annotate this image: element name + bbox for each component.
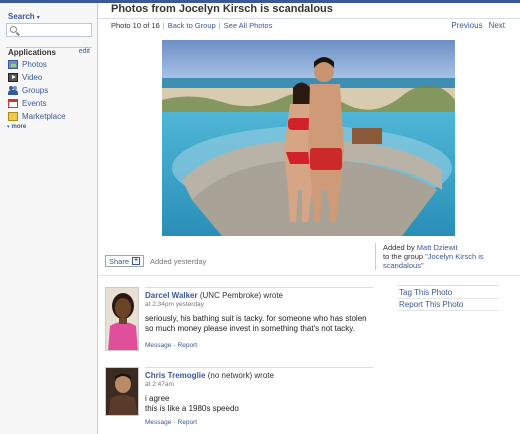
added-by-info: Added by Matt Dziewit to the group "Joce… bbox=[375, 243, 515, 270]
separator: | bbox=[162, 21, 165, 30]
more-label: more bbox=[11, 124, 27, 130]
photos-icon bbox=[8, 60, 18, 69]
comment-text-line: i agree bbox=[145, 394, 170, 403]
comment-author-link[interactable]: Chris Tremoglie bbox=[145, 371, 205, 380]
applications-edit-link[interactable]: edit bbox=[79, 48, 90, 55]
comment-time: at 2:34pm yesterday bbox=[145, 301, 204, 308]
avatar[interactable] bbox=[105, 367, 139, 416]
comment-author-link[interactable]: Darcel Walker bbox=[145, 291, 198, 300]
photo-nav: Photo 10 of 16 | Back to Group | See All Pho… bbox=[111, 21, 272, 30]
photo-image bbox=[162, 40, 455, 236]
separator: | bbox=[218, 21, 221, 30]
next-link[interactable]: Next bbox=[489, 21, 505, 30]
sidebar-item-label: Video bbox=[22, 73, 43, 82]
avatar-image bbox=[106, 288, 138, 350]
sidebar-item-label: Events bbox=[22, 99, 47, 108]
comment-body: Chris Tremoglie (no network) wrote at 2:… bbox=[145, 367, 373, 426]
see-all-photos-link[interactable]: See All Photos bbox=[224, 21, 273, 30]
more-link[interactable]: ▾ more bbox=[7, 124, 26, 130]
report-link[interactable]: Report bbox=[178, 342, 198, 349]
report-photo-link[interactable]: Report This Photo bbox=[397, 299, 499, 311]
group-prefix: to the group bbox=[383, 252, 424, 261]
comment-actions: Message - Report bbox=[145, 342, 373, 349]
comment-network: (UNC Pembroke) wrote bbox=[199, 291, 283, 300]
comment-actions: Message - Report bbox=[145, 419, 373, 426]
page-title: Photos from Jocelyn Kirsch is scandalous bbox=[111, 3, 333, 15]
chevron-down-icon: ▾ bbox=[7, 124, 10, 130]
video-icon bbox=[8, 73, 18, 82]
applications-header: Applications edit bbox=[6, 47, 92, 57]
applications-list: Photos Video Groups Events Marketplace bbox=[8, 58, 66, 123]
comment-text: seriously, his bathing suit is tacky. fo… bbox=[145, 314, 367, 333]
sidebar-item-video[interactable]: Video bbox=[8, 71, 66, 84]
groups-icon bbox=[8, 86, 18, 95]
search-label[interactable]: Search ▾ bbox=[8, 12, 40, 21]
message-link[interactable]: Message bbox=[145, 419, 171, 426]
photo-pager: Previous Next bbox=[451, 21, 505, 30]
photo-counter: Photo 10 of 16 bbox=[111, 21, 160, 30]
sidebar-item-label: Marketplace bbox=[22, 112, 66, 121]
separator: - bbox=[173, 419, 176, 426]
search-label-text: Search bbox=[8, 12, 35, 21]
sidebar-item-label: Photos bbox=[22, 60, 47, 69]
separator: - bbox=[173, 342, 176, 349]
sidebar-item-photos[interactable]: Photos bbox=[8, 58, 66, 71]
comment-network: (no network) wrote bbox=[207, 371, 274, 380]
comment-time: at 2:47am bbox=[145, 381, 174, 388]
added-by-prefix: Added by bbox=[383, 243, 415, 252]
share-label: Share bbox=[109, 256, 130, 266]
photo-actions: Tag This Photo Report This Photo bbox=[397, 285, 499, 311]
sidebar-item-groups[interactable]: Groups bbox=[8, 84, 66, 97]
message-link[interactable]: Message bbox=[145, 342, 171, 349]
uploader-link[interactable]: Matt Dziewit bbox=[417, 243, 458, 252]
added-time: Added yesterday bbox=[150, 257, 207, 266]
share-button[interactable]: Share + bbox=[105, 255, 145, 267]
events-icon bbox=[8, 99, 18, 108]
back-to-group-link[interactable]: Back to Group bbox=[168, 21, 216, 30]
sidebar: Search ▾ Applications edit Photos Video G… bbox=[0, 3, 98, 434]
report-link[interactable]: Report bbox=[178, 419, 198, 426]
tag-photo-link[interactable]: Tag This Photo bbox=[397, 285, 499, 299]
plus-icon: + bbox=[132, 257, 141, 265]
comment-header: Darcel Walker (UNC Pembroke) wrote bbox=[145, 291, 373, 300]
search-input[interactable] bbox=[6, 23, 92, 37]
avatar-image bbox=[106, 368, 138, 415]
section-divider bbox=[98, 275, 520, 276]
header-divider bbox=[98, 18, 520, 19]
previous-link[interactable]: Previous bbox=[451, 21, 482, 30]
sidebar-item-marketplace[interactable]: Marketplace bbox=[8, 110, 66, 123]
marketplace-icon bbox=[8, 112, 18, 121]
search-icon bbox=[10, 26, 17, 33]
comment-text: i agree this is like a 1980s speedo bbox=[145, 394, 373, 414]
sidebar-item-events[interactable]: Events bbox=[8, 97, 66, 110]
sidebar-item-label: Groups bbox=[22, 86, 49, 95]
comment-header: Chris Tremoglie (no network) wrote bbox=[145, 371, 373, 380]
avatar[interactable] bbox=[105, 287, 139, 351]
comment-body: Darcel Walker (UNC Pembroke) wrote at 2:… bbox=[145, 287, 373, 349]
applications-title: Applications bbox=[8, 48, 57, 57]
main-photo[interactable] bbox=[162, 40, 455, 236]
chevron-down-icon: ▾ bbox=[36, 15, 40, 21]
comment-text-line: this is like a 1980s speedo bbox=[145, 404, 239, 413]
